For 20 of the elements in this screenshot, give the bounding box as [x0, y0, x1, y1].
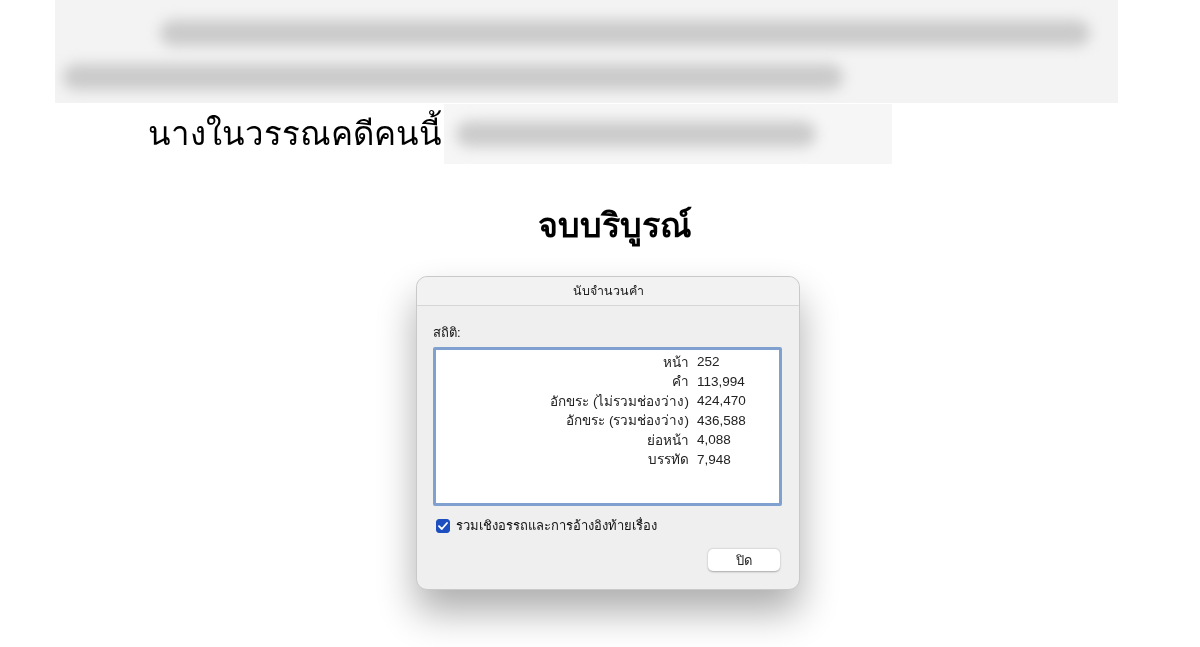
checkbox-label[interactable]: รวมเชิงอรรถและการอ้างอิงท้ายเรื่อง	[456, 517, 657, 535]
stat-label: อักขระ (ไม่รวมช่องว่าง)	[550, 392, 689, 411]
section-label: สถิติ:	[433, 324, 461, 342]
checkbox[interactable]	[436, 519, 450, 533]
stat-value: 7,948	[697, 451, 731, 467]
stat-value: 113,994	[697, 373, 745, 389]
close-button[interactable]: ปิด	[708, 549, 780, 571]
stat-label: คำ	[672, 373, 689, 392]
stat-label: ย่อหน้า	[647, 431, 689, 450]
document-heading: จบบริบูรณ์	[538, 200, 692, 250]
dialog-title: นับจำนวนคำ	[572, 283, 644, 300]
stat-value: 252	[697, 354, 720, 370]
checkmark-icon	[438, 522, 448, 530]
stat-label: อักขระ (รวมช่องว่าง)	[566, 412, 689, 431]
stat-label: บรรทัด	[648, 451, 689, 470]
stat-label: หน้า	[663, 353, 689, 372]
stat-value: 4,088	[697, 432, 731, 448]
document-text: นางในวรรณคดีคนนี้	[148, 112, 442, 156]
stat-value: 424,470	[697, 393, 746, 409]
stat-value: 436,588	[697, 412, 746, 428]
